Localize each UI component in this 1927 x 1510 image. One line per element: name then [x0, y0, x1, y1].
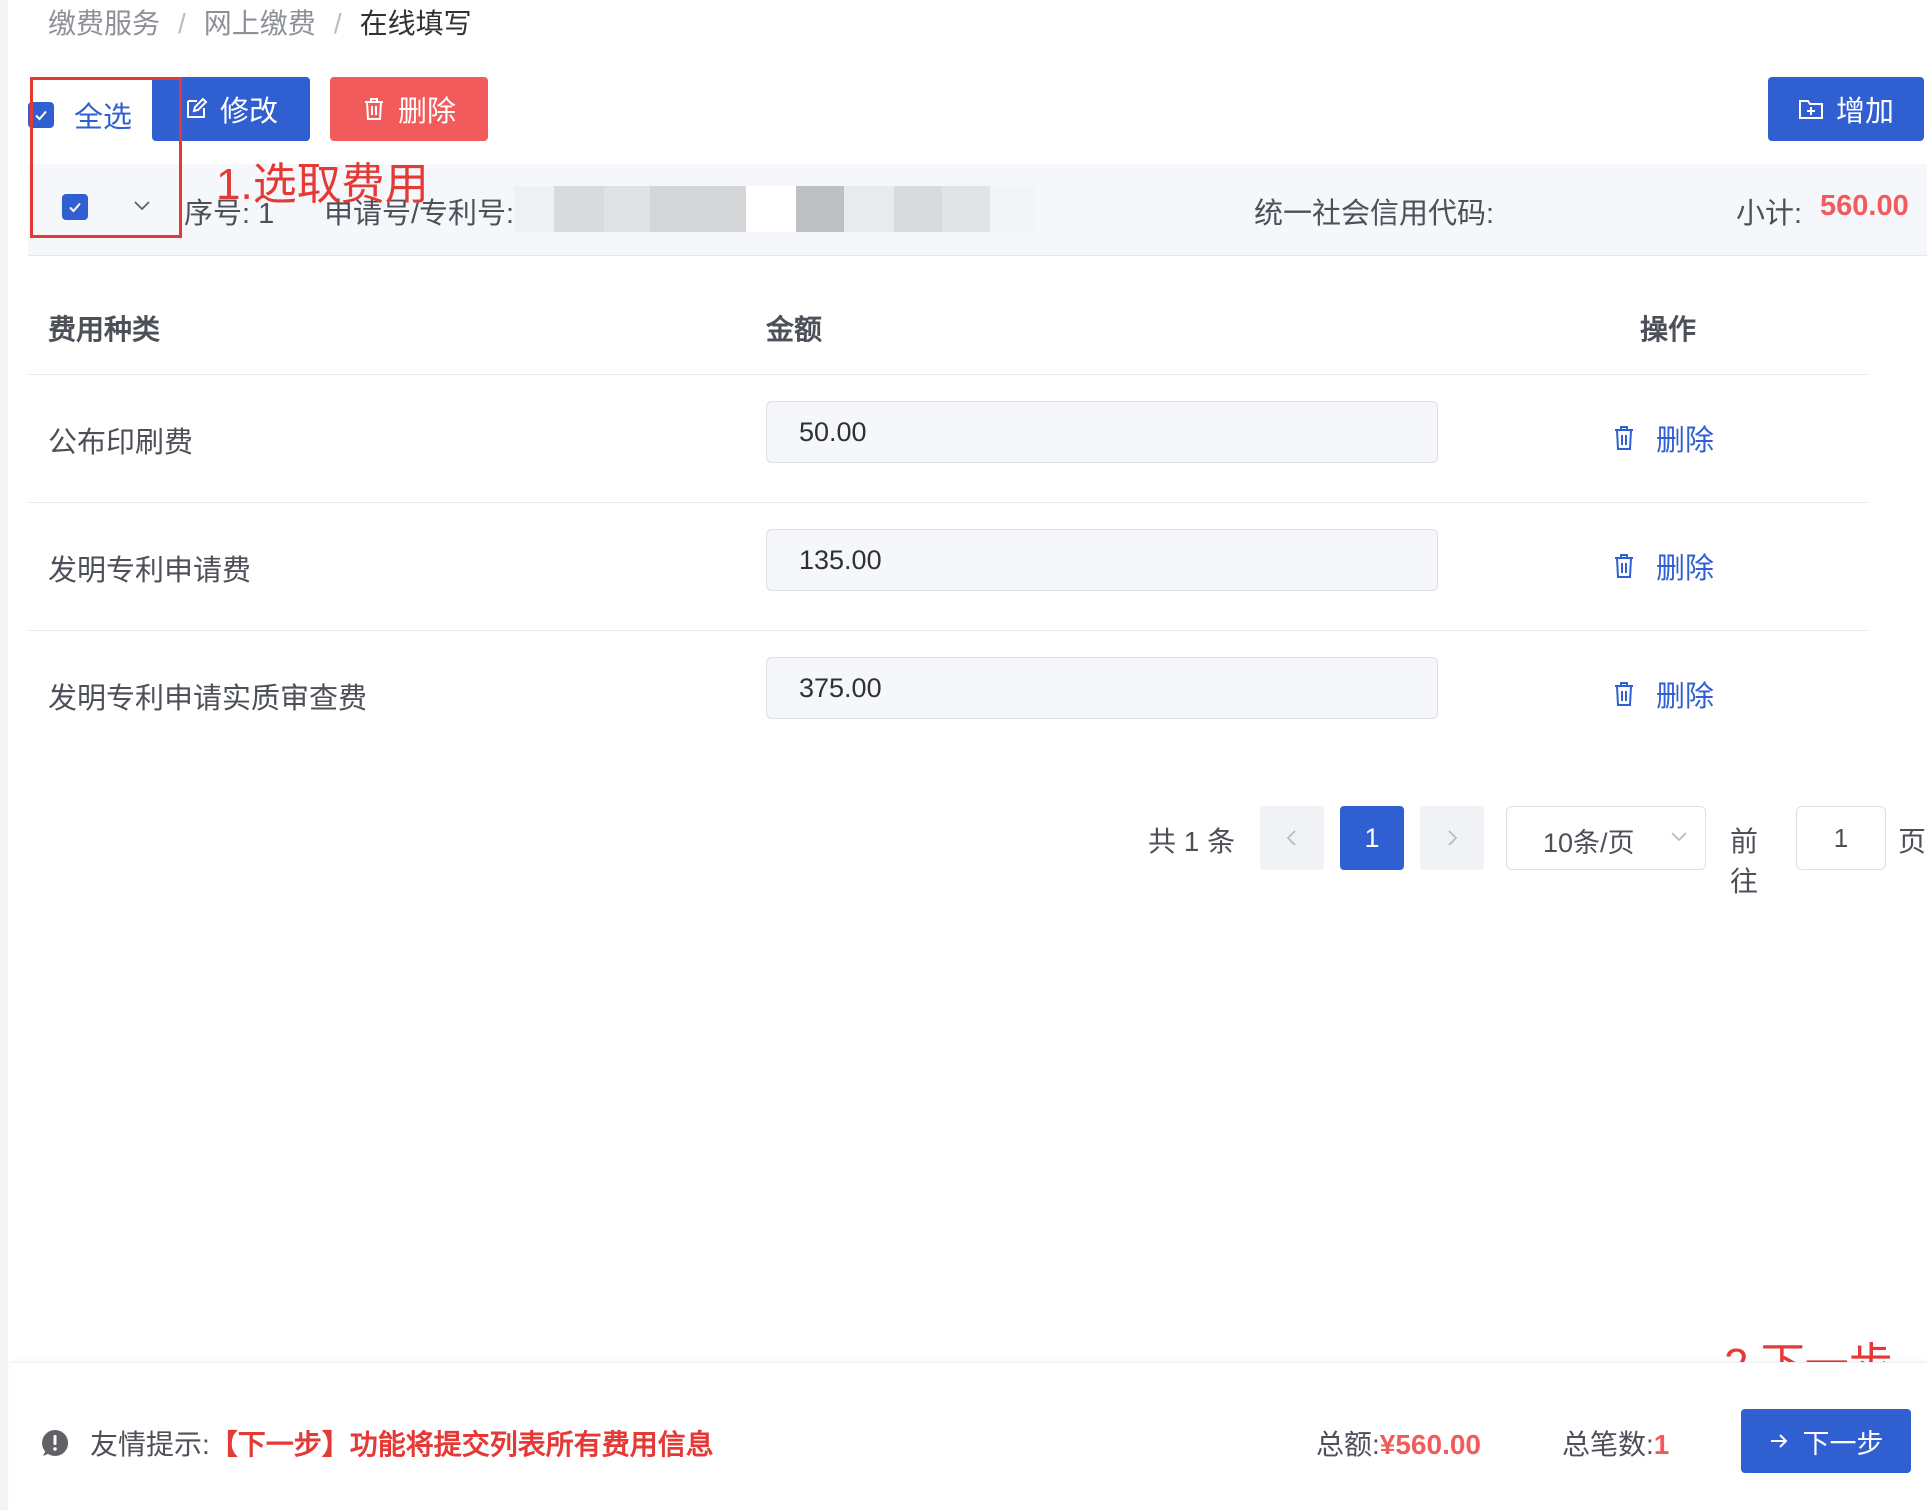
row-delete-button[interactable]: 删除	[1612, 673, 1714, 715]
total-count-label: 总笔数:	[1562, 1429, 1654, 1460]
redacted-application-number	[514, 186, 1058, 254]
page-number-button[interactable]: 1	[1340, 806, 1404, 870]
subtotal-value: 560.00	[1820, 190, 1909, 222]
footer-bar: 友情提示: 【下一步】功能将提交列表所有费用信息 总额:¥560.00 总笔数:…	[10, 1362, 1927, 1510]
breadcrumb-item-payment-service[interactable]: 缴费服务	[48, 4, 160, 44]
table-row: 发明专利申请费 删除	[28, 503, 1868, 631]
fee-type-cell: 公布印刷费	[48, 427, 194, 459]
tip-label: 友情提示:	[90, 1429, 210, 1460]
add-button-label: 增加	[1835, 96, 1894, 128]
amount-input[interactable]	[766, 657, 1438, 719]
fee-type-cell: 发明专利申请费	[48, 555, 252, 587]
page-size-value: 10条/页	[1543, 828, 1635, 858]
row-delete-label: 删除	[1656, 425, 1715, 457]
edit-button-label: 修改	[219, 96, 278, 128]
breadcrumb-separator: /	[333, 8, 342, 39]
prev-page-button[interactable]	[1260, 806, 1324, 870]
column-header-fee-type: 费用种类	[48, 314, 161, 345]
row-delete-button[interactable]: 删除	[1612, 545, 1714, 587]
amount-input[interactable]	[766, 529, 1438, 591]
annotation-box-step1	[30, 77, 182, 238]
trash-icon	[1612, 425, 1636, 451]
chevron-down-icon	[1669, 829, 1689, 848]
trash-icon	[1612, 681, 1636, 707]
table-header: 费用种类 金额 操作	[28, 270, 1868, 375]
goto-label: 前往	[1730, 826, 1759, 897]
add-button[interactable]: 增加	[1768, 77, 1924, 141]
page-unit-label: 页	[1898, 826, 1927, 857]
breadcrumb-item-online-payment[interactable]: 网上缴费	[204, 4, 316, 44]
chevron-right-icon	[1448, 830, 1458, 846]
page-size-select[interactable]: 10条/页	[1506, 806, 1706, 870]
left-edge	[0, 0, 8, 1510]
goto-page-input[interactable]	[1796, 806, 1886, 870]
column-header-amount: 金额	[766, 314, 823, 345]
table-row: 发明专利申请实质审查费 删除	[28, 631, 1868, 758]
row-delete-label: 删除	[1656, 553, 1715, 585]
column-header-action: 操作	[1640, 314, 1697, 345]
row-delete-label: 删除	[1656, 681, 1715, 713]
total-count: 总笔数:1	[1562, 1423, 1669, 1463]
total-count-value: 1	[1653, 1429, 1670, 1460]
fee-table: 费用种类 金额 操作 公布印刷费 删除 发明专利申请费 删除	[28, 270, 1868, 758]
trash-icon	[1612, 553, 1636, 579]
total-amount: 总额:¥560.00	[1316, 1423, 1481, 1463]
credit-code-label: 统一社会信用代码:	[1254, 198, 1495, 230]
next-page-button[interactable]	[1420, 806, 1484, 870]
next-step-label: 下一步	[1802, 1428, 1884, 1459]
breadcrumb-separator: /	[178, 8, 186, 39]
delete-button-label: 删除	[397, 96, 456, 128]
delete-button[interactable]: 删除	[330, 77, 488, 141]
row-delete-button[interactable]: 删除	[1612, 417, 1714, 459]
table-row: 公布印刷费 删除	[28, 375, 1868, 503]
page: 缴费服务 / 网上缴费 / 在线填写 全选 修改 删除 增加 序号: 1 申请号…	[0, 0, 1927, 1510]
annotation-step1: 1.选取费用	[216, 160, 429, 209]
amount-input[interactable]	[766, 401, 1438, 463]
alert-circle-icon	[40, 1428, 70, 1458]
fee-type-cell: 发明专利申请实质审查费	[48, 683, 368, 715]
friendly-tip: 友情提示: 【下一步】功能将提交列表所有费用信息	[40, 1423, 714, 1463]
trash-icon	[362, 97, 386, 121]
next-step-button[interactable]: 下一步	[1741, 1409, 1911, 1473]
chevron-left-icon	[1286, 830, 1296, 846]
edit-icon	[184, 97, 208, 121]
tip-text: 【下一步】功能将提交列表所有费用信息	[209, 1429, 714, 1460]
breadcrumb: 缴费服务 / 网上缴费 / 在线填写	[48, 4, 472, 44]
total-amount-value: ¥560.00	[1379, 1429, 1481, 1460]
breadcrumb-item-online-fill: 在线填写	[359, 8, 472, 39]
folder-add-icon	[1798, 97, 1824, 121]
arrow-right-icon	[1769, 1433, 1789, 1449]
subtotal-label: 小计:	[1736, 198, 1803, 230]
total-amount-label: 总额:	[1316, 1429, 1380, 1460]
pagination-total: 共 1 条	[1148, 826, 1236, 857]
